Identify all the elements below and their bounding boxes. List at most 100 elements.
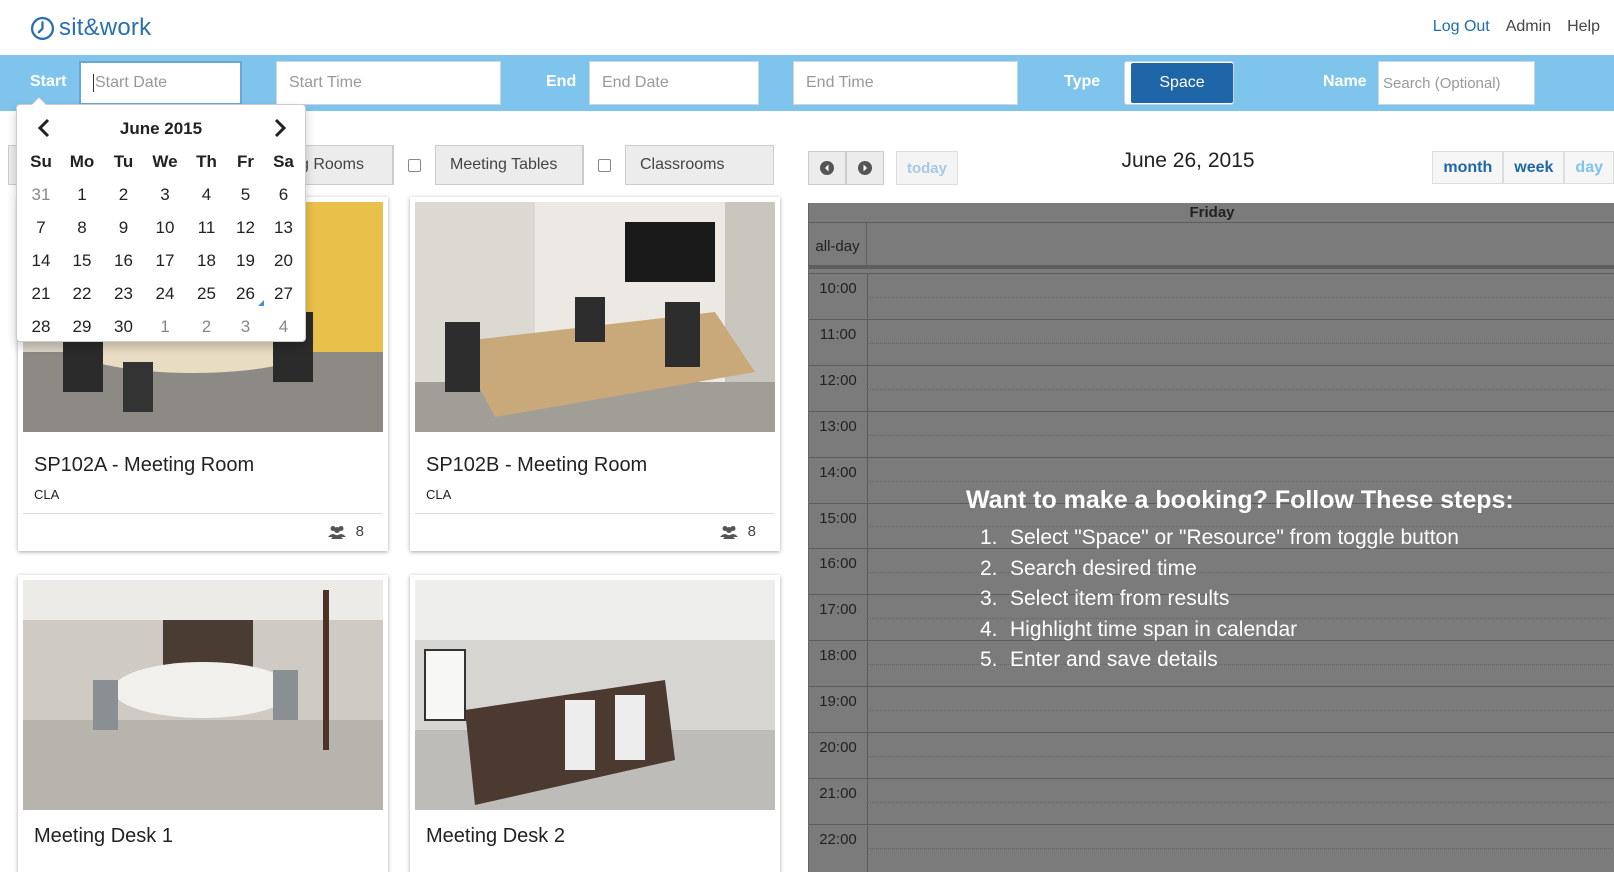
datepicker-day[interactable]: 8 xyxy=(61,218,103,238)
next-button[interactable] xyxy=(846,151,884,185)
datepicker-day[interactable]: 11 xyxy=(186,218,227,238)
hour-row[interactable]: 21:00 xyxy=(809,777,1614,824)
datepicker-day[interactable]: 21 xyxy=(21,284,61,304)
hour-row[interactable]: 12:00 xyxy=(809,364,1614,411)
admin-link[interactable]: Admin xyxy=(1506,18,1551,36)
name-search-input[interactable]: Search (Optional) xyxy=(1378,61,1535,105)
weekday-label: Sa xyxy=(273,151,294,171)
start-date-placeholder: Start Date xyxy=(95,74,168,91)
view-month-button[interactable]: month xyxy=(1432,151,1504,184)
end-time-input[interactable]: End Time xyxy=(793,61,1018,105)
datepicker-day[interactable]: 22 xyxy=(61,284,103,304)
start-time-input[interactable]: Start Time xyxy=(276,61,501,105)
instruction-step: 3. Select item from results xyxy=(980,584,1514,615)
datepicker-day[interactable]: 18 xyxy=(186,251,227,271)
datepicker-day[interactable]: 27 xyxy=(264,284,303,304)
datepicker-day[interactable]: 4 xyxy=(264,317,303,337)
hour-label: 20:00 xyxy=(819,739,857,756)
datepicker-day[interactable]: 6 xyxy=(264,185,303,205)
datepicker-day[interactable]: 30 xyxy=(103,317,144,337)
type-toggle[interactable]: Space xyxy=(1124,61,1234,105)
prev-button[interactable] xyxy=(808,151,846,185)
hour-label: 18:00 xyxy=(819,647,857,665)
start-label: Start xyxy=(30,73,67,90)
datepicker-day[interactable]: 31 xyxy=(21,185,61,205)
filter-classrooms[interactable]: Classrooms xyxy=(583,145,774,185)
end-date-input[interactable]: End Date xyxy=(589,61,759,105)
datepicker-day[interactable]: 13 xyxy=(264,218,303,238)
day-column-header: Friday xyxy=(809,203,1614,223)
datepicker-day[interactable]: 25 xyxy=(186,284,227,304)
datepicker-day[interactable]: 1 xyxy=(61,185,103,205)
half-hour-line xyxy=(867,710,1614,712)
brand-logo[interactable]: sit&work xyxy=(30,14,151,42)
datepicker-day[interactable]: 14 xyxy=(21,251,61,271)
app-root: sit&work Log Out Admin Help Start Start … xyxy=(0,0,1614,872)
datepicker-day[interactable]: 5 xyxy=(227,185,264,205)
datepicker-day[interactable]: 23 xyxy=(103,284,144,304)
today-button[interactable]: today xyxy=(896,151,958,185)
datepicker-day[interactable]: 3 xyxy=(144,185,186,205)
weekday-label: Th xyxy=(196,151,217,171)
hour-row[interactable]: 19:00 xyxy=(809,686,1614,732)
datepicker-day[interactable]: 7 xyxy=(21,218,61,238)
step-text: Highlight time span in calendar xyxy=(1010,617,1298,641)
datepicker-day[interactable]: 16 xyxy=(103,251,144,271)
datepicker-day[interactable]: 4 xyxy=(186,185,227,205)
datepicker-day[interactable]: 29 xyxy=(61,317,103,337)
weekday-label: We xyxy=(152,151,178,171)
space-card[interactable]: SP102B - Meeting Room CLA 8 xyxy=(410,197,780,551)
datepicker-popup: June 2015 Su Mo Tu We Th Fr Sa 31 1 2 3 4 5 6 7 8 9 10 11 1… xyxy=(16,97,306,342)
hour-label: 17:00 xyxy=(819,601,857,619)
space-card[interactable]: Meeting Desk 2 xyxy=(410,575,780,872)
checkbox[interactable] xyxy=(584,145,626,185)
datepicker-day[interactable]: 3 xyxy=(227,317,264,337)
capacity: 8 xyxy=(719,523,756,540)
step-number: 5. xyxy=(980,648,998,671)
datepicker-day[interactable]: 1 xyxy=(144,317,186,337)
datepicker-day[interactable]: 17 xyxy=(144,251,186,271)
view-day-button[interactable]: day xyxy=(1564,151,1614,184)
space-photo xyxy=(23,580,383,810)
weekday-label: Su xyxy=(30,151,52,171)
datepicker-week: 31 1 2 3 4 5 6 xyxy=(21,178,303,211)
datepicker-day[interactable]: 2 xyxy=(186,317,227,337)
hour-row[interactable]: 20:00 xyxy=(809,732,1614,778)
start-date-input[interactable]: Start Date xyxy=(79,61,242,105)
type-space-option[interactable]: Space xyxy=(1131,63,1233,103)
help-link[interactable]: Help xyxy=(1567,18,1600,36)
datepicker-day[interactable]: 2 xyxy=(103,185,144,205)
datepicker-day[interactable]: 19 xyxy=(227,251,264,271)
space-card[interactable]: Meeting Desk 1 xyxy=(18,575,388,872)
datepicker-day[interactable]: 12 xyxy=(227,218,264,238)
calendar-grid[interactable]: Friday all-day 10:00 11:00 12:00 13:00 14:00… xyxy=(808,203,1614,872)
datepicker-day[interactable]: 20 xyxy=(264,251,303,271)
logout-link[interactable]: Log Out xyxy=(1433,18,1490,36)
datepicker-day[interactable]: 28 xyxy=(21,317,61,337)
datepicker-day[interactable]: 15 xyxy=(61,251,103,271)
filter-meeting-tables[interactable]: Meeting Tables xyxy=(393,145,583,185)
half-hour-line xyxy=(867,434,1614,436)
view-switcher: month week day xyxy=(1432,151,1614,184)
datepicker-day[interactable]: 9 xyxy=(103,218,144,238)
datepicker-day[interactable]: 24 xyxy=(144,284,186,304)
capacity-value: 8 xyxy=(355,523,364,540)
datepicker-day[interactable]: 10 xyxy=(144,218,186,238)
hour-label: 12:00 xyxy=(819,371,857,389)
top-bar: sit&work Log Out Admin Help xyxy=(0,0,1614,55)
all-day-row[interactable]: all-day xyxy=(809,223,1614,269)
chevron-right-icon[interactable] xyxy=(271,117,289,139)
half-hour-line xyxy=(867,801,1614,803)
datepicker-month-title[interactable]: June 2015 xyxy=(17,119,305,139)
end-label: End xyxy=(546,73,577,90)
hour-label: 21:00 xyxy=(819,784,857,802)
hour-row[interactable]: 13:00 xyxy=(809,410,1614,457)
hour-row[interactable]: 22:00 xyxy=(809,823,1614,870)
checkbox[interactable] xyxy=(394,145,436,185)
hour-row[interactable]: 10:00 xyxy=(809,273,1614,319)
view-week-button[interactable]: week xyxy=(1503,151,1565,184)
datepicker-day-today[interactable]: 26 xyxy=(227,284,264,306)
filter-label: Meeting Tables xyxy=(450,156,558,173)
instruction-step: 2. Search desired time xyxy=(980,554,1514,585)
hour-row[interactable]: 11:00 xyxy=(809,318,1614,365)
